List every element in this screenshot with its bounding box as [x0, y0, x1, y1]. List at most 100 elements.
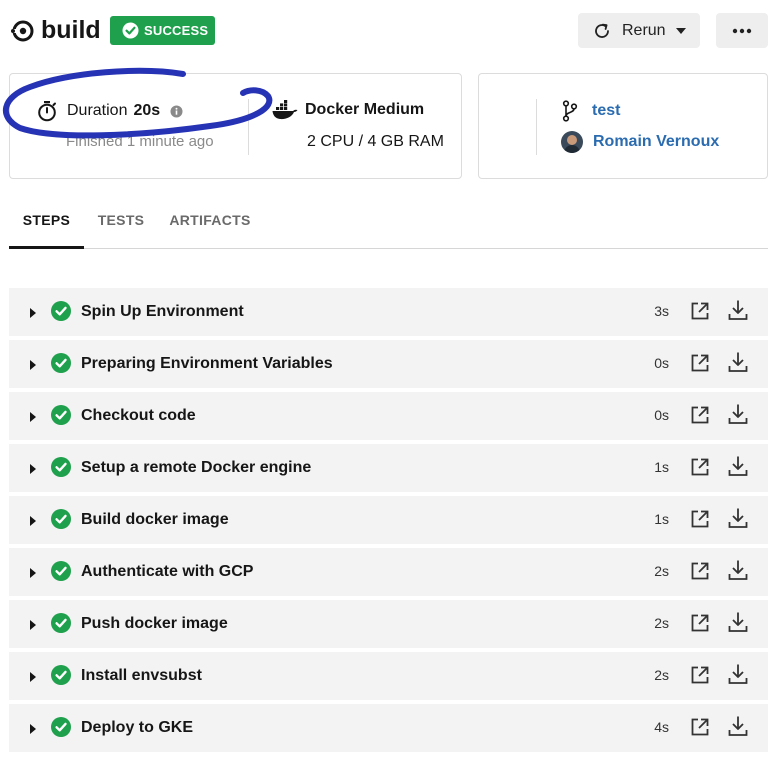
- step-name: Build docker image: [81, 511, 229, 528]
- download-icon[interactable]: [728, 351, 748, 373]
- open-external-icon[interactable]: [690, 457, 710, 477]
- open-external-icon[interactable]: [690, 717, 710, 737]
- chevron-down-icon: [675, 27, 686, 34]
- download-icon[interactable]: [728, 299, 748, 321]
- download-icon[interactable]: [728, 715, 748, 737]
- download-icon[interactable]: [728, 559, 748, 581]
- step-duration: 2s: [654, 615, 669, 631]
- check-circle-icon: [51, 353, 71, 373]
- rerun-label: Rerun: [622, 21, 666, 39]
- step-name: Checkout code: [81, 407, 196, 424]
- check-circle-icon: [51, 665, 71, 685]
- status-label: SUCCESS: [144, 23, 209, 38]
- duration-value: 20s: [133, 102, 161, 119]
- check-circle-icon: [51, 561, 71, 581]
- circleci-logo-icon: [10, 20, 34, 42]
- check-circle-icon: [51, 509, 71, 529]
- step-duration: 1s: [654, 511, 669, 527]
- open-external-icon[interactable]: [690, 301, 710, 321]
- download-icon[interactable]: [728, 663, 748, 685]
- duration-row: Duration 20s: [37, 100, 183, 122]
- status-badge: SUCCESS: [110, 16, 215, 45]
- step-name: Deploy to GKE: [81, 719, 194, 736]
- step-name: Setup a remote Docker engine: [81, 459, 312, 476]
- more-horizontal-icon: [732, 28, 752, 33]
- step-name: Authenticate with GCP: [81, 563, 254, 580]
- info-icon[interactable]: [170, 105, 183, 118]
- stopwatch-icon: [38, 101, 56, 122]
- download-icon[interactable]: [728, 455, 748, 477]
- check-circle-icon: [51, 301, 71, 321]
- download-icon[interactable]: [728, 507, 748, 529]
- download-icon[interactable]: [728, 611, 748, 633]
- executor-name: Docker Medium: [305, 101, 425, 118]
- check-circle-icon: [51, 457, 71, 477]
- executor-spec: 2 CPU / 4 GB RAM: [307, 133, 444, 150]
- step-row[interactable]: Authenticate with GCP 2s: [9, 548, 768, 596]
- step-row[interactable]: Preparing Environment Variables 0s: [9, 340, 768, 388]
- rerun-button[interactable]: Rerun: [578, 13, 700, 48]
- step-duration: 2s: [654, 667, 669, 683]
- open-external-icon[interactable]: [690, 353, 710, 373]
- docker-icon: [272, 100, 298, 120]
- check-circle-icon: [51, 717, 71, 737]
- branch-row: test: [562, 100, 620, 122]
- expand-triangle-icon[interactable]: [30, 360, 36, 370]
- expand-triangle-icon[interactable]: [30, 568, 36, 578]
- card-divider: [536, 99, 537, 155]
- step-row[interactable]: Build docker image 1s: [9, 496, 768, 544]
- step-duration: 3s: [654, 303, 669, 319]
- expand-triangle-icon[interactable]: [30, 516, 36, 526]
- card-divider: [248, 99, 249, 155]
- step-duration: 4s: [654, 719, 669, 735]
- job-tabs: STEPS TESTS ARTIFACTS: [9, 200, 768, 249]
- check-circle-icon: [51, 613, 71, 633]
- open-external-icon[interactable]: [690, 405, 710, 425]
- expand-triangle-icon[interactable]: [30, 412, 36, 422]
- job-header: build SUCCESS Rerun: [0, 0, 780, 62]
- tab-steps[interactable]: STEPS: [9, 200, 84, 249]
- step-name: Spin Up Environment: [81, 303, 244, 320]
- step-row[interactable]: Setup a remote Docker engine 1s: [9, 444, 768, 492]
- check-circle-icon: [122, 22, 139, 39]
- finished-time: Finished 1 minute ago: [66, 133, 214, 150]
- step-row[interactable]: Deploy to GKE 4s: [9, 704, 768, 752]
- step-duration: 1s: [654, 459, 669, 475]
- download-icon[interactable]: [728, 403, 748, 425]
- vcs-details-card: test Romain Vernoux: [478, 73, 768, 179]
- step-duration: 0s: [654, 355, 669, 371]
- user-link[interactable]: Romain Vernoux: [593, 133, 719, 151]
- step-row[interactable]: Checkout code 0s: [9, 392, 768, 440]
- executor-row: Docker Medium: [272, 100, 424, 120]
- user-row: Romain Vernoux: [561, 131, 719, 153]
- expand-triangle-icon[interactable]: [30, 672, 36, 682]
- avatar: [561, 131, 583, 153]
- open-external-icon[interactable]: [690, 509, 710, 529]
- step-name: Preparing Environment Variables: [81, 355, 333, 372]
- branch-link[interactable]: test: [592, 102, 620, 120]
- duration-label: Duration: [67, 102, 128, 119]
- refresh-icon: [595, 23, 609, 38]
- step-duration: 0s: [654, 407, 669, 423]
- tab-artifacts[interactable]: ARTIFACTS: [164, 200, 256, 246]
- steps-list: Spin Up Environment 3s Preparing Environ…: [9, 288, 768, 756]
- tab-tests[interactable]: TESTS: [89, 200, 153, 246]
- expand-triangle-icon[interactable]: [30, 308, 36, 318]
- expand-triangle-icon[interactable]: [30, 620, 36, 630]
- more-options-button[interactable]: [716, 13, 768, 48]
- open-external-icon[interactable]: [690, 561, 710, 581]
- job-title: build: [41, 16, 101, 44]
- step-name: Install envsubst: [81, 667, 202, 684]
- job-details-card: Duration 20s Finished 1 minute ago Docke…: [9, 73, 462, 179]
- expand-triangle-icon[interactable]: [30, 724, 36, 734]
- step-row[interactable]: Push docker image 2s: [9, 600, 768, 648]
- expand-triangle-icon[interactable]: [30, 464, 36, 474]
- step-duration: 2s: [654, 563, 669, 579]
- step-row[interactable]: Spin Up Environment 3s: [9, 288, 768, 336]
- check-circle-icon: [51, 405, 71, 425]
- step-row[interactable]: Install envsubst 2s: [9, 652, 768, 700]
- git-branch-icon: [562, 100, 578, 122]
- open-external-icon[interactable]: [690, 613, 710, 633]
- step-name: Push docker image: [81, 615, 228, 632]
- open-external-icon[interactable]: [690, 665, 710, 685]
